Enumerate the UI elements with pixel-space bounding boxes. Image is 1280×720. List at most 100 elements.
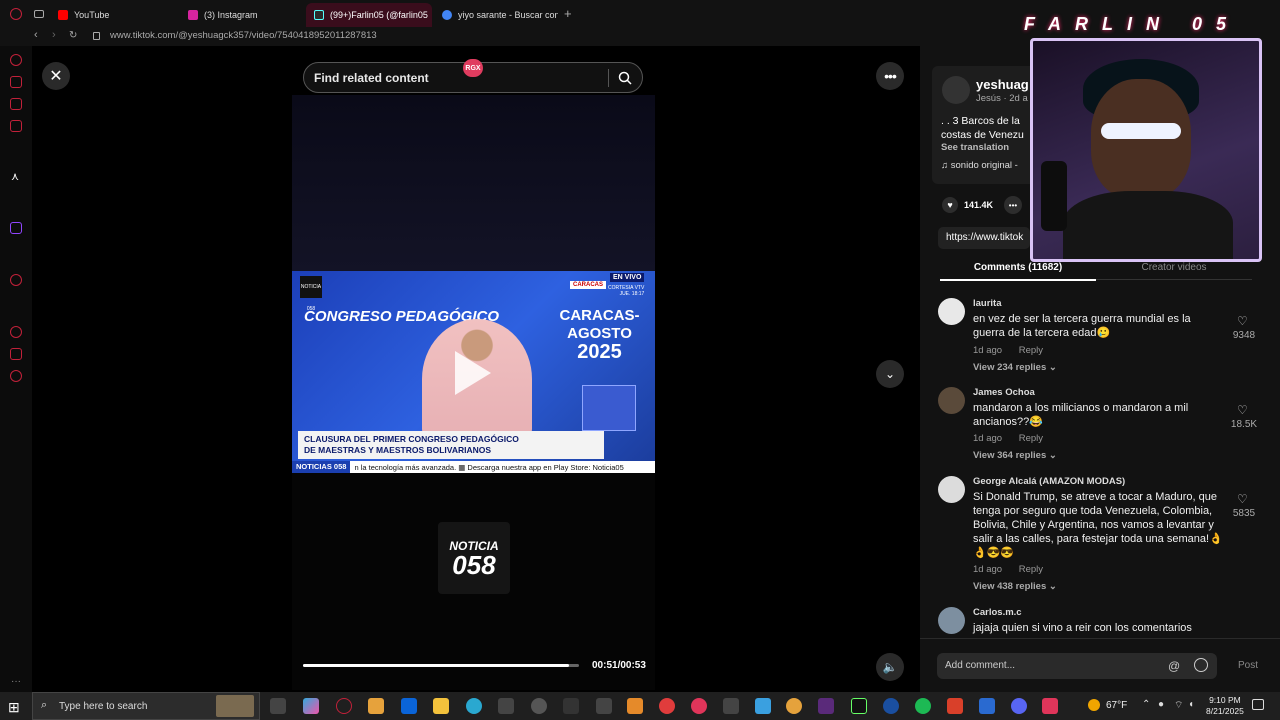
video-player[interactable]: NOTICIA 058 CONGRESO PEDAGÓGICO CARACAS-… xyxy=(292,95,655,690)
comment-icon[interactable]: ••• xyxy=(1004,196,1022,214)
comment-heart-icon[interactable]: ♡ xyxy=(1237,314,1251,328)
app-icon-8[interactable] xyxy=(723,698,739,714)
commenter-avatar[interactable] xyxy=(938,476,965,503)
author-name[interactable]: yeshuag xyxy=(976,77,1029,92)
lower-third-line2: DE MAESTRAS Y MAESTROS BOLIVARIANOS xyxy=(304,445,492,455)
twitch-icon[interactable] xyxy=(10,222,22,234)
outlook-icon[interactable] xyxy=(401,698,417,714)
tray-chevron-icon[interactable]: ⌃ xyxy=(1142,699,1150,710)
play-icon[interactable] xyxy=(455,351,491,395)
volume-button[interactable]: 🔈 xyxy=(876,653,904,681)
app-icon-9[interactable] xyxy=(755,698,771,714)
app-icon[interactable]: ⋏ xyxy=(11,170,19,183)
commenter-name[interactable]: James Ochoa xyxy=(973,387,1035,398)
sound-link[interactable]: ♫ sonido original - xyxy=(941,160,1018,171)
player-icon[interactable] xyxy=(10,274,22,286)
commenter-avatar[interactable] xyxy=(938,387,965,414)
commenter-avatar[interactable] xyxy=(938,607,965,634)
view-replies-button[interactable]: View 364 replies ⌄ xyxy=(973,450,1057,461)
app-icon-5[interactable] xyxy=(627,698,643,714)
app-icon-4[interactable] xyxy=(596,698,612,714)
app-icon-2[interactable] xyxy=(531,698,547,714)
app-icon-13[interactable] xyxy=(883,698,899,714)
app-icon-3[interactable] xyxy=(563,698,579,714)
reload-icon[interactable]: ↻ xyxy=(69,30,77,41)
new-tab-button[interactable]: + xyxy=(564,6,572,21)
heart-icon[interactable]: ♥ xyxy=(942,197,958,213)
search-input[interactable]: Find related content xyxy=(314,71,429,85)
emoji-icon[interactable] xyxy=(1194,658,1208,672)
app-icon-6[interactable] xyxy=(659,698,675,714)
comment-item: laurita en vez de ser la tercera guerra … xyxy=(938,298,1255,378)
file-explorer-icon[interactable] xyxy=(433,698,449,714)
post-button[interactable]: Post xyxy=(1238,660,1258,671)
tab-manager-icon[interactable] xyxy=(34,10,44,18)
app-icon-15[interactable] xyxy=(979,698,995,714)
copilot-icon[interactable] xyxy=(303,698,319,714)
volume-tray-icon[interactable]: ◖ xyxy=(1188,699,1194,710)
search-icon[interactable] xyxy=(618,71,632,85)
network-icon[interactable]: ⌔ xyxy=(1174,699,1183,712)
ticker-label: NOTICIAS 058 xyxy=(292,461,351,473)
app-icon-12[interactable] xyxy=(851,698,867,714)
next-video-button[interactable]: ⌄ xyxy=(876,360,904,388)
settings-icon[interactable] xyxy=(10,370,22,382)
mic-tray-icon[interactable]: ● xyxy=(1158,699,1164,710)
aria-icon[interactable] xyxy=(10,54,22,66)
video-progress-bar[interactable] xyxy=(303,664,579,667)
windows-start-icon[interactable]: ⊞ xyxy=(8,699,20,716)
back-icon[interactable]: ‹ xyxy=(34,29,38,41)
taskbar-search-input[interactable]: Type here to search xyxy=(59,701,147,712)
opera-taskbar-icon[interactable] xyxy=(336,698,352,714)
rgx-badge[interactable]: RGX xyxy=(463,59,483,77)
tab-youtube[interactable]: YouTube xyxy=(50,3,178,27)
see-translation-link[interactable]: See translation xyxy=(941,142,1009,153)
author-avatar[interactable] xyxy=(942,76,970,104)
mention-icon[interactable]: @ xyxy=(1168,659,1180,673)
more-icon[interactable]: ··· xyxy=(11,676,21,687)
notifications-icon[interactable] xyxy=(1252,699,1264,710)
reply-button[interactable]: Reply xyxy=(1019,433,1043,444)
reply-button[interactable]: Reply xyxy=(1019,564,1043,575)
app-icon-10[interactable] xyxy=(786,698,802,714)
app-icon-11[interactable] xyxy=(818,698,834,714)
tab-comments[interactable]: Comments (11682) xyxy=(940,262,1096,281)
commenter-avatar[interactable] xyxy=(938,298,965,325)
opera-logo-icon[interactable] xyxy=(10,8,22,20)
spotify-icon[interactable] xyxy=(915,698,931,714)
more-options-button[interactable]: ••• xyxy=(876,62,904,90)
edge-icon[interactable] xyxy=(466,698,482,714)
copy-link-field[interactable]: https://www.tiktok xyxy=(938,227,1030,249)
commenter-name[interactable]: Carlos.m.c xyxy=(973,607,1022,618)
pinboard-icon[interactable] xyxy=(10,76,22,88)
app-icon-14[interactable] xyxy=(947,698,963,714)
view-replies-button[interactable]: View 438 replies ⌄ xyxy=(973,581,1057,592)
url-field[interactable]: www.tiktok.com/@yeshuagck357/video/75404… xyxy=(110,30,377,41)
tab-tiktok[interactable]: (99+)Farlin05 (@farlin05 xyxy=(306,3,432,27)
tab-instagram[interactable]: (3) Instagram xyxy=(180,3,304,27)
weather-temp[interactable]: 67°F xyxy=(1106,700,1127,711)
comment-heart-icon[interactable]: ♡ xyxy=(1237,492,1251,506)
messenger-icon[interactable] xyxy=(10,98,22,110)
close-button[interactable]: ✕ xyxy=(42,62,70,90)
app-icon-7[interactable] xyxy=(691,698,707,714)
tiktok-taskbar-icon[interactable] xyxy=(1042,698,1058,714)
commenter-name[interactable]: George Alcalá (AMAZON MODAS) xyxy=(973,476,1125,487)
history-icon[interactable] xyxy=(10,326,22,338)
view-replies-button[interactable]: View 234 replies ⌄ xyxy=(973,362,1057,373)
reply-button[interactable]: Reply xyxy=(1019,345,1043,356)
store-icon[interactable] xyxy=(368,698,384,714)
tab-google[interactable]: yiyo sarante - Buscar con xyxy=(434,3,558,27)
extensions-icon[interactable] xyxy=(10,348,22,360)
commenter-name[interactable]: laurita xyxy=(973,298,1002,309)
forward-icon[interactable]: › xyxy=(52,29,56,41)
discord-icon[interactable] xyxy=(1011,698,1027,714)
task-view-icon[interactable] xyxy=(270,698,286,714)
comment-heart-icon[interactable]: ♡ xyxy=(1237,623,1238,637)
tab-creator-videos[interactable]: Creator videos xyxy=(1096,262,1252,280)
comment-heart-icon[interactable]: ♡ xyxy=(1237,403,1251,417)
browser-sidebar: ⋏ ··· xyxy=(0,46,32,692)
app-icon-1[interactable] xyxy=(498,698,514,714)
system-clock[interactable]: 9:10 PM 8/21/2025 xyxy=(1206,695,1244,717)
music-icon[interactable] xyxy=(10,120,22,132)
